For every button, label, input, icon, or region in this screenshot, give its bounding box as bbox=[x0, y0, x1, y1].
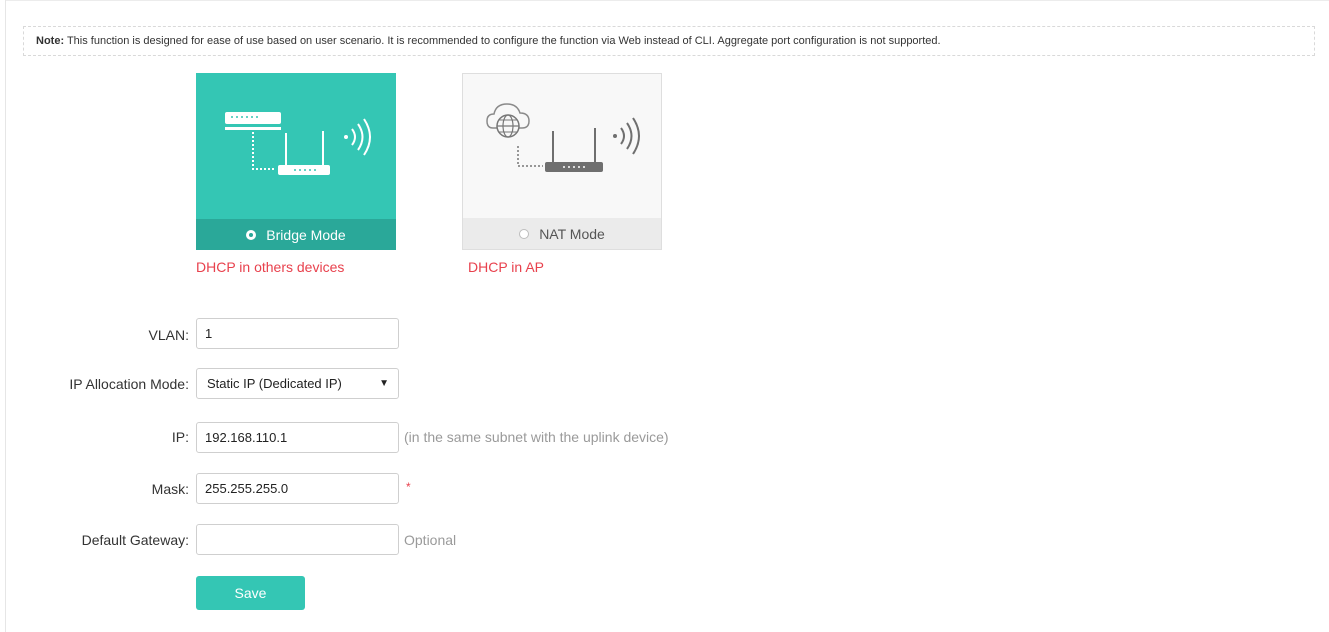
bridge-mode-description: DHCP in others devices bbox=[196, 259, 345, 275]
bridge-mode-card[interactable]: Bridge Mode bbox=[196, 73, 396, 250]
ip-input[interactable]: 192.168.110.1 bbox=[196, 422, 399, 453]
nat-mode-description: DHCP in AP bbox=[468, 259, 544, 275]
bridge-mode-radio[interactable]: Bridge Mode bbox=[196, 219, 396, 250]
radio-selected-icon[interactable] bbox=[246, 229, 257, 240]
nat-mode-label: NAT Mode bbox=[539, 225, 605, 242]
ip-allocation-mode-value: Static IP (Dedicated IP) bbox=[207, 376, 342, 391]
default-gateway-hint: Optional bbox=[404, 532, 457, 548]
required-mark: * bbox=[406, 480, 411, 494]
dropdown-arrow-icon[interactable]: ▼ bbox=[379, 369, 389, 398]
default-gateway-input[interactable] bbox=[196, 524, 399, 555]
note-label: Note: bbox=[36, 35, 65, 47]
nat-mode-illustration-icon bbox=[486, 103, 640, 172]
vlan-label: VLAN: bbox=[148, 327, 189, 343]
default-gateway-label: Default Gateway: bbox=[81, 532, 189, 548]
radio-unselected-icon[interactable] bbox=[519, 228, 530, 239]
ip-allocation-mode-label: IP Allocation Mode: bbox=[69, 376, 189, 392]
note-box: Note: This function is designed for ease… bbox=[23, 26, 1315, 56]
nat-mode-card[interactable]: NAT Mode bbox=[462, 73, 662, 250]
bridge-mode-illustration-icon bbox=[225, 112, 371, 175]
panel-top-border bbox=[5, 0, 1329, 1]
panel-left-border bbox=[5, 0, 6, 632]
mask-input[interactable]: 255.255.255.0 bbox=[196, 473, 399, 504]
vlan-input[interactable]: 1 bbox=[196, 318, 399, 349]
ip-allocation-mode-select[interactable]: Static IP (Dedicated IP) ▼ bbox=[196, 368, 399, 399]
save-button[interactable]: Save bbox=[196, 576, 305, 610]
nat-mode-radio[interactable]: NAT Mode bbox=[463, 218, 661, 249]
bridge-mode-label: Bridge Mode bbox=[266, 226, 346, 243]
ip-label: IP: bbox=[171, 429, 189, 445]
mask-label: Mask: bbox=[151, 481, 189, 497]
ip-hint: (in the same subnet with the uplink devi… bbox=[404, 429, 669, 445]
note-text: This function is designed for ease of us… bbox=[64, 35, 941, 47]
